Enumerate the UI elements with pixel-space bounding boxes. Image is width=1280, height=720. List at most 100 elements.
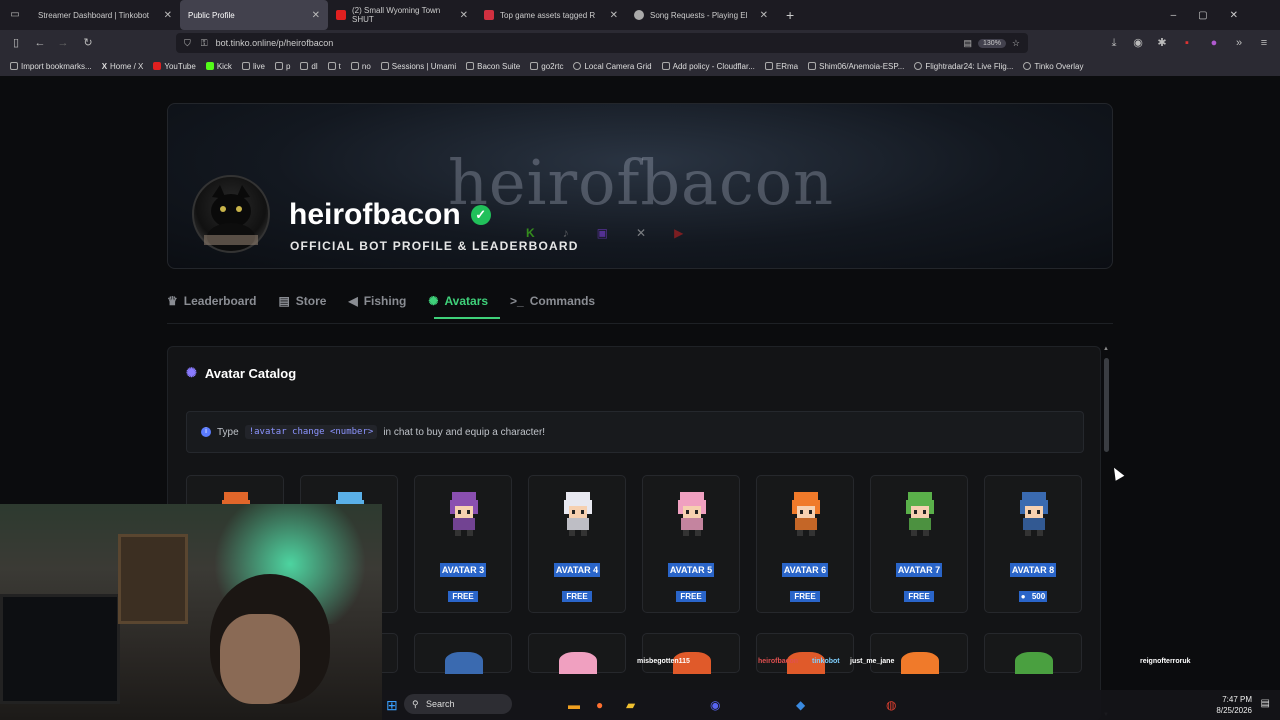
zoom-level[interactable]: 130% <box>978 38 1006 48</box>
files-icon[interactable]: ▬ <box>568 698 580 712</box>
avatar-card[interactable]: AVATAR 6 FREE <box>756 475 854 613</box>
avatar-card[interactable]: AVATAR 7 FREE <box>870 475 968 613</box>
bookmark[interactable]: X Home / X <box>102 62 144 71</box>
bookmark[interactable]: Add policy - Cloudflar... <box>661 62 755 71</box>
avatar-price: ● 500 <box>1017 591 1049 602</box>
tab-game-assets[interactable]: Top game assets tagged R ✕ <box>476 0 626 30</box>
bookmark[interactable]: Tinko Overlay <box>1023 62 1083 71</box>
forward-icon[interactable]: → <box>56 36 70 50</box>
bookmark[interactable]: Flightradar24: Live Flig... <box>914 62 1013 71</box>
tab-fishing[interactable]: ◀ Fishing <box>348 290 406 312</box>
bookmark-folder[interactable]: dl <box>300 62 318 71</box>
x-icon[interactable]: ✕ <box>636 226 646 240</box>
bookmark[interactable]: Sessions | Umami <box>380 62 456 71</box>
monitor-in-webcam <box>0 594 120 704</box>
avatar-card[interactable] <box>756 633 854 674</box>
reader-view-icon[interactable]: ▤ <box>964 38 973 49</box>
taskbar-clock[interactable]: 7:47 PM 8/25/2026 <box>1216 694 1252 716</box>
bookmark-folder[interactable]: t <box>327 62 341 71</box>
avatar <box>192 175 270 253</box>
bookmark[interactable]: go2rtc <box>530 62 563 71</box>
kick-icon[interactable]: K <box>526 226 535 240</box>
tab-avatars[interactable]: ✺ Avatars <box>428 290 488 312</box>
scroll-up-icon[interactable]: ▲ <box>1103 346 1109 352</box>
account-icon[interactable]: ◉ <box>1131 36 1145 50</box>
new-tab-button[interactable]: + <box>786 7 794 23</box>
avatar-name: AVATAR 8 <box>1009 563 1057 577</box>
tab-streamer-dashboard[interactable]: Streamer Dashboard | Tinkobot ✕ <box>30 0 180 30</box>
tab-title: (2) Small Wyoming Town SHUT <box>352 6 441 24</box>
tab-public-profile[interactable]: Public Profile ✕ <box>180 0 328 30</box>
social-links: K ♪ ▣ ✕ ▶ <box>526 226 683 240</box>
scrollbar-thumb[interactable] <box>1104 358 1109 452</box>
bookmark[interactable]: Import bookmarks... <box>10 62 92 71</box>
window-controls[interactable]: –▢✕ <box>1171 10 1260 21</box>
tab-list-icon[interactable]: ▭ <box>8 8 22 22</box>
folder-icon[interactable]: ▰ <box>626 698 635 712</box>
tab-commands[interactable]: >_ Commands <box>510 290 595 312</box>
bookmark-folder[interactable]: p <box>274 62 290 71</box>
extensions-icon[interactable]: ✱ <box>1155 36 1169 50</box>
tab-youtube[interactable]: (2) Small Wyoming Town SHUT ✕ <box>328 0 476 30</box>
bookmark-star-icon[interactable]: ☆ <box>1012 38 1020 49</box>
bookmark-folder[interactable]: no <box>350 62 371 71</box>
bookmark-folder[interactable]: live <box>241 62 265 71</box>
avatar-sprite <box>792 492 820 536</box>
taskbar-search[interactable]: ⚲ Search <box>404 694 512 714</box>
menu-icon[interactable]: ≡ <box>1257 36 1271 50</box>
windows-start-icon[interactable]: ⊞ <box>386 697 398 714</box>
avatar-sprite <box>450 492 478 536</box>
bookmark[interactable]: ERma <box>764 62 798 71</box>
extension-icon[interactable]: ▪ <box>1180 36 1194 50</box>
close-icon[interactable]: ✕ <box>312 10 320 21</box>
tab-title: Top game assets tagged R <box>500 10 596 20</box>
url-bar[interactable]: ⛉ ⚿ bot.tinko.online/p/heirofbacon ▤ 130… <box>176 33 1028 53</box>
avatar-card[interactable] <box>870 633 968 674</box>
download-icon[interactable]: ⤓ <box>1107 36 1121 50</box>
profile-name: heirofbacon ✓ <box>289 198 491 232</box>
avatar-price: FREE <box>448 591 478 602</box>
close-icon[interactable]: ✕ <box>610 10 618 21</box>
vscode-icon[interactable]: ◆ <box>796 698 805 712</box>
tab-label: Commands <box>529 294 596 308</box>
bookmark[interactable]: Bacon Suite <box>466 62 520 71</box>
overflow-icon[interactable]: » <box>1232 36 1246 50</box>
tiktok-icon[interactable]: ♪ <box>563 226 569 240</box>
bookmark[interactable]: Local Camera Grid <box>573 62 652 71</box>
close-icon[interactable]: ✕ <box>460 10 468 21</box>
webcam-overlay <box>0 504 382 720</box>
avatar-card[interactable]: AVATAR 4 FREE <box>528 475 626 613</box>
avatar-card[interactable] <box>984 633 1082 674</box>
back-icon[interactable]: ← <box>33 36 47 50</box>
youtube-icon[interactable]: ▶ <box>674 226 683 240</box>
bookmark[interactable]: Kick <box>205 62 232 71</box>
sidebar-icon[interactable]: ▯ <box>9 36 23 50</box>
avatar-sprite <box>564 492 592 536</box>
close-icon[interactable]: ✕ <box>164 10 172 21</box>
twitch-icon[interactable]: ▣ <box>597 226 608 240</box>
info-command: !avatar change <number> <box>244 425 378 439</box>
avatar-card[interactable] <box>528 633 626 674</box>
discord-icon[interactable]: ◉ <box>710 698 720 712</box>
verified-icon: ✓ <box>470 205 491 225</box>
reload-icon[interactable]: ↻ <box>81 36 95 50</box>
tab-leaderboard[interactable]: ♛ Leaderboard <box>167 290 256 312</box>
extension-icon[interactable]: ● <box>1207 36 1221 50</box>
tab-song-requests[interactable]: Song Requests - Playing El ✕ <box>626 0 776 30</box>
avatar-card[interactable] <box>642 633 740 674</box>
close-icon[interactable]: ✕ <box>760 10 768 21</box>
bookmark[interactable]: Shim06/Anemoia-ESP... <box>808 62 904 71</box>
scrollbar[interactable]: ▲ ▼ <box>1102 346 1112 720</box>
avatar-card[interactable]: AVATAR 8 ● 500 <box>984 475 1082 613</box>
avatar-name: AVATAR 5 <box>667 563 715 577</box>
overlay-chat-name: misbegotten115 <box>637 658 690 665</box>
tab-store[interactable]: ▤ Store <box>278 290 326 312</box>
firefox-icon[interactable]: ● <box>596 698 603 712</box>
avatar-name: AVATAR 6 <box>781 563 829 577</box>
bookmark[interactable]: YouTube <box>153 62 196 71</box>
avatar-card[interactable]: AVATAR 3 FREE <box>414 475 512 613</box>
avatar-card[interactable]: AVATAR 5 FREE <box>642 475 740 613</box>
notification-icon[interactable]: ▤ <box>1261 698 1270 709</box>
chrome-icon[interactable]: ◍ <box>886 698 896 712</box>
avatar-card[interactable] <box>414 633 512 674</box>
